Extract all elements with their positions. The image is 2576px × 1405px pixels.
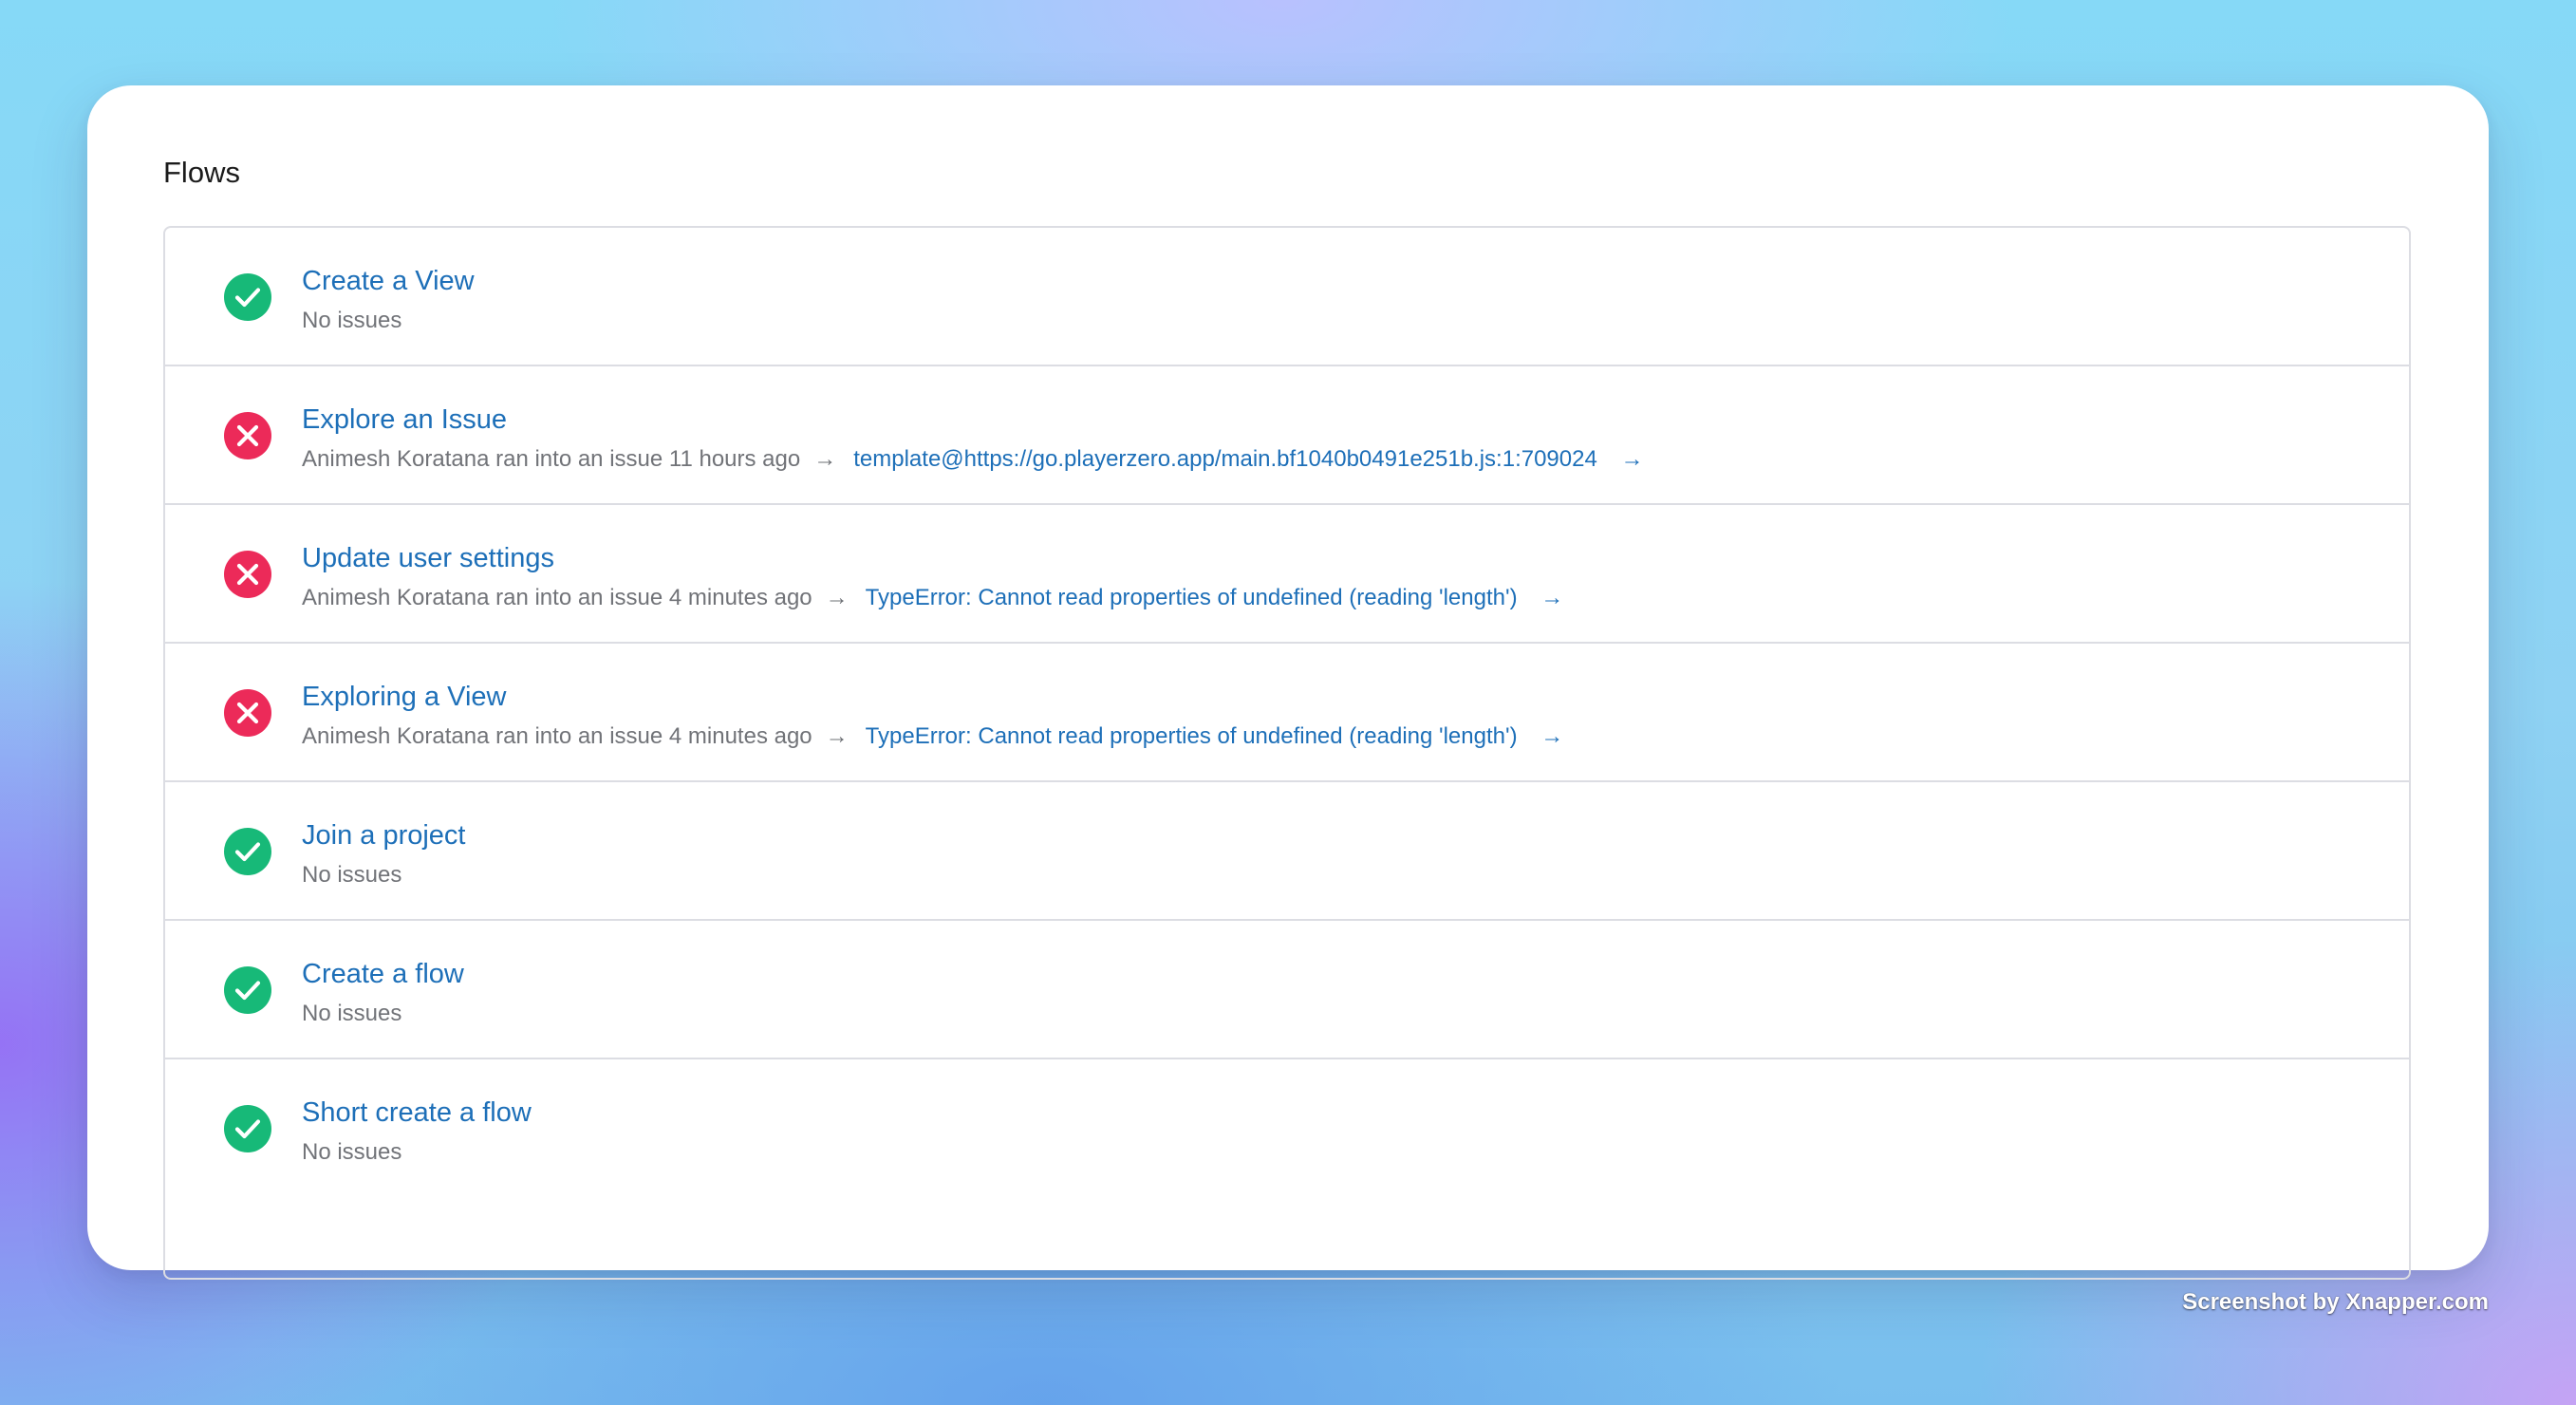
x-circle-icon — [224, 689, 271, 737]
flow-row-create-a-view[interactable]: Create a View No issues — [165, 228, 2409, 366]
arrow-right-icon: → — [813, 446, 837, 472]
watermark: Screenshot by Xnapper.com — [2182, 1289, 2489, 1315]
arrow-right-icon: → — [825, 723, 849, 749]
flow-name-link[interactable]: Create a View — [302, 262, 475, 300]
arrow-right-icon: → — [1540, 723, 1564, 749]
flow-meta: No issues — [302, 304, 401, 338]
flow-name-link[interactable]: Create a flow — [302, 955, 464, 993]
flow-row-explore-an-issue[interactable]: Explore an Issue Animesh Koratana ran in… — [165, 366, 2409, 505]
check-circle-icon — [224, 828, 271, 875]
check-circle-icon — [224, 966, 271, 1014]
flow-name-link[interactable]: Short create a flow — [302, 1094, 532, 1132]
flow-status-text: No issues — [302, 1139, 402, 1165]
flow-status-text: No issues — [302, 308, 402, 333]
flow-issue-text: Animesh Koratana ran into an issue 11 ho… — [302, 446, 801, 472]
x-circle-icon — [224, 551, 271, 598]
arrow-right-icon: → — [1620, 446, 1644, 472]
flow-issue-text: Animesh Koratana ran into an issue 4 min… — [302, 723, 812, 749]
flow-meta: Animesh Koratana ran into an issue 4 min… — [302, 581, 1563, 615]
x-circle-icon — [224, 412, 271, 459]
flow-meta: Animesh Koratana ran into an issue 4 min… — [302, 720, 1563, 754]
error-link[interactable]: template@https://go.playerzero.app/main.… — [853, 446, 1643, 473]
flow-row-exploring-a-view[interactable]: Exploring a View Animesh Koratana ran in… — [165, 644, 2409, 782]
flow-name-link[interactable]: Update user settings — [302, 539, 554, 577]
flow-status-text: No issues — [302, 862, 402, 888]
arrow-right-icon: → — [1540, 585, 1564, 610]
arrow-right-icon: → — [825, 585, 849, 610]
error-message: TypeError: Cannot read properties of und… — [865, 585, 1518, 610]
flows-card: Flows Create a View No issues Explore an… — [87, 85, 2489, 1280]
flow-row-create-a-flow[interactable]: Create a flow No issues — [165, 921, 2409, 1059]
flow-row-update-user-settings[interactable]: Update user settings Animesh Koratana ra… — [165, 505, 2409, 644]
flow-meta: No issues — [302, 1135, 401, 1170]
flow-name-link[interactable]: Join a project — [302, 816, 466, 854]
check-circle-icon — [224, 273, 271, 321]
flow-meta: No issues — [302, 997, 401, 1031]
error-message: template@https://go.playerzero.app/main.… — [853, 446, 1597, 472]
flow-issue-text: Animesh Koratana ran into an issue 4 min… — [302, 585, 812, 610]
flow-status-text: No issues — [302, 1001, 402, 1026]
flow-meta: No issues — [302, 858, 401, 892]
check-circle-icon — [224, 1105, 271, 1152]
flow-name-link[interactable]: Explore an Issue — [302, 401, 507, 439]
page-title: Flows — [163, 156, 240, 189]
flow-row-join-a-project[interactable]: Join a project No issues — [165, 782, 2409, 921]
error-link[interactable]: TypeError: Cannot read properties of und… — [866, 585, 1564, 611]
error-link[interactable]: TypeError: Cannot read properties of und… — [866, 723, 1564, 750]
flow-row-short-create-a-flow[interactable]: Short create a flow No issues — [165, 1059, 2409, 1196]
flow-meta: Animesh Koratana ran into an issue 11 ho… — [302, 442, 1644, 477]
flow-name-link[interactable]: Exploring a View — [302, 678, 506, 716]
flow-list: Create a View No issues Explore an Issue… — [163, 226, 2411, 1280]
error-message: TypeError: Cannot read properties of und… — [865, 723, 1518, 749]
